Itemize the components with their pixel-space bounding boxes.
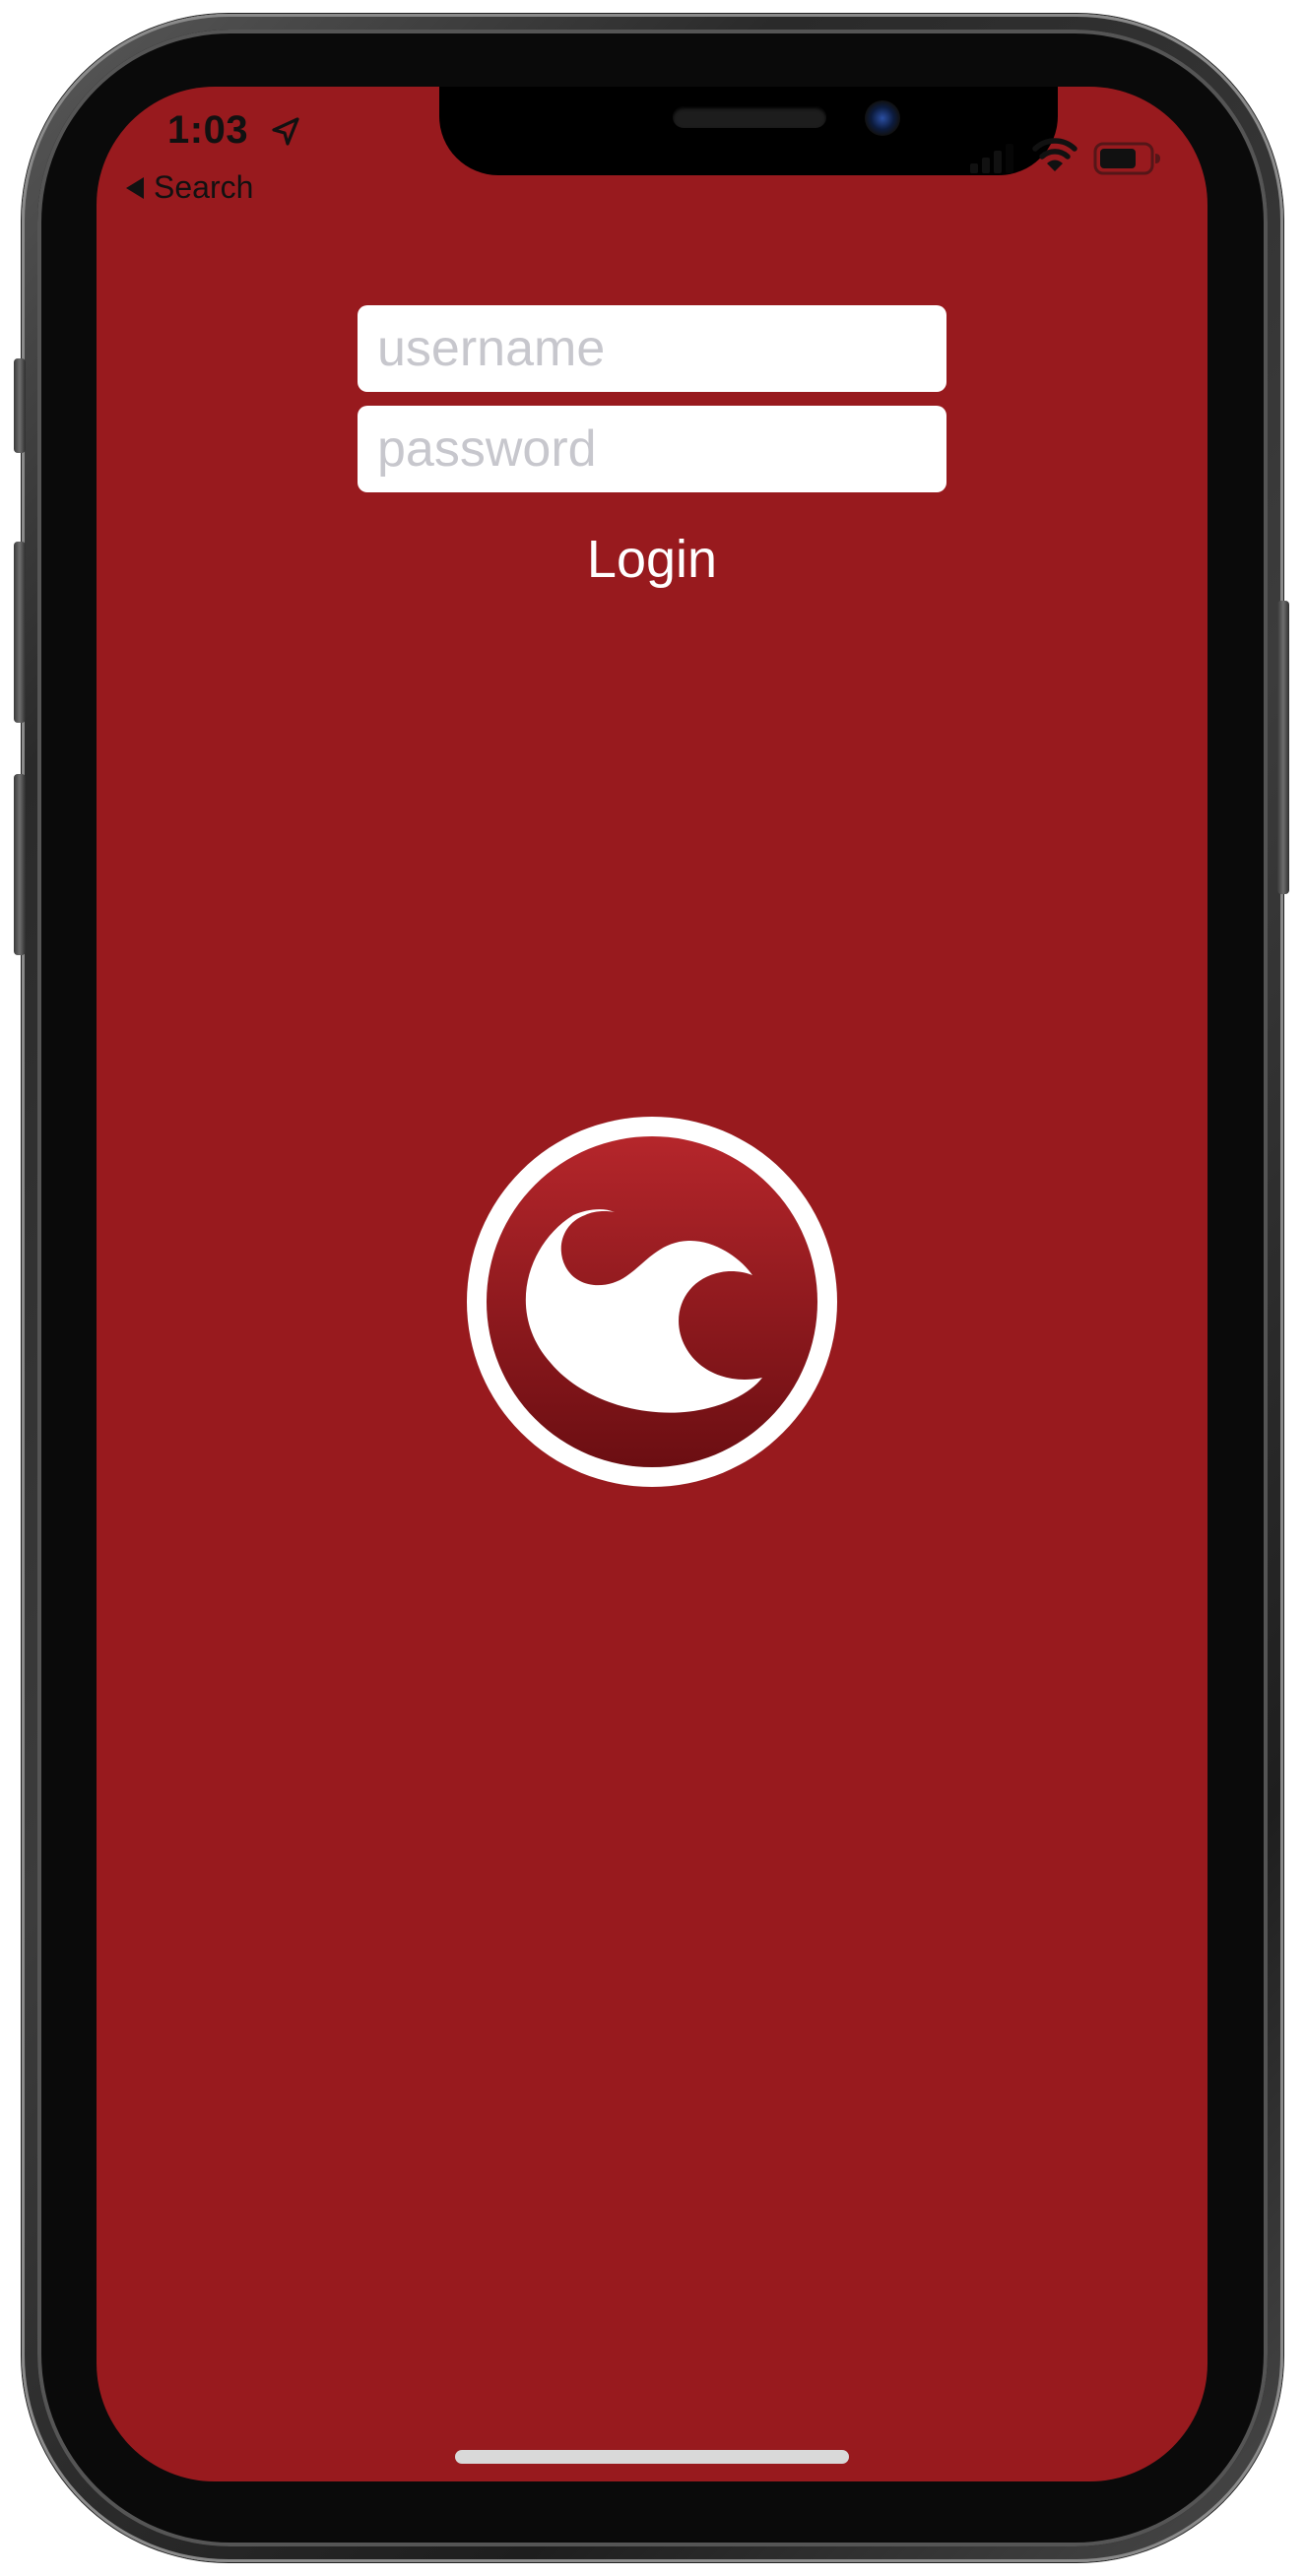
username-input[interactable] [358, 305, 946, 392]
back-to-search-button[interactable]: Search [126, 169, 253, 206]
app-logo [467, 1117, 837, 1487]
front-camera [865, 100, 900, 136]
app-screen: 1:03 Search Log [97, 87, 1207, 2481]
device-stage: 1:03 Search Log [0, 0, 1305, 2576]
password-input[interactable] [358, 406, 946, 492]
back-label: Search [154, 169, 254, 205]
volume-up-button [14, 542, 26, 723]
back-arrow-icon [126, 176, 144, 199]
silent-switch [14, 358, 26, 453]
notch [439, 87, 1058, 175]
location-arrow-icon [272, 117, 299, 146]
cellular-signal-icon [970, 144, 1013, 173]
power-button [1277, 601, 1289, 894]
wifi-icon [1032, 138, 1077, 171]
status-time: 1:03 [167, 108, 249, 152]
login-button[interactable]: Login [540, 518, 764, 601]
home-indicator[interactable] [455, 2450, 849, 2464]
volume-down-button [14, 774, 26, 955]
battery-icon [1093, 142, 1160, 175]
earpiece-speaker [673, 106, 826, 128]
